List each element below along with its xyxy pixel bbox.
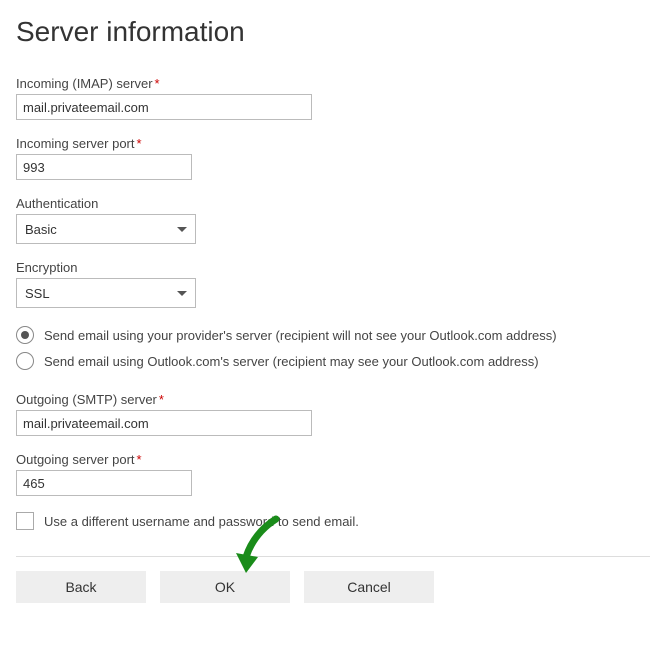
checkbox-icon xyxy=(16,512,34,530)
required-marker: * xyxy=(155,76,160,91)
encryption-select[interactable]: SSL xyxy=(16,278,196,308)
incoming-port-label: Incoming server port* xyxy=(16,136,650,151)
send-via-group: Send email using your provider's server … xyxy=(16,326,650,370)
incoming-server-input[interactable] xyxy=(16,94,312,120)
radio-icon xyxy=(16,326,34,344)
outgoing-server-label: Outgoing (SMTP) server* xyxy=(16,392,650,407)
outgoing-port-label: Outgoing server port* xyxy=(16,452,650,467)
divider xyxy=(16,556,650,557)
chevron-down-icon xyxy=(177,227,187,232)
send-via-provider-radio[interactable]: Send email using your provider's server … xyxy=(16,326,650,344)
incoming-port-input[interactable] xyxy=(16,154,192,180)
authentication-label: Authentication xyxy=(16,196,650,211)
encryption-field: Encryption SSL xyxy=(16,260,650,308)
radio-icon xyxy=(16,352,34,370)
button-row: Back OK Cancel xyxy=(16,571,650,603)
label-text: Incoming (IMAP) server xyxy=(16,76,153,91)
label-text: Incoming server port xyxy=(16,136,135,151)
encryption-value: SSL xyxy=(25,286,50,301)
encryption-label: Encryption xyxy=(16,260,650,275)
incoming-port-field: Incoming server port* xyxy=(16,136,650,180)
radio-label: Send email using Outlook.com's server (r… xyxy=(44,354,539,369)
checkbox-label: Use a different username and password to… xyxy=(44,514,359,529)
authentication-value: Basic xyxy=(25,222,57,237)
cancel-button[interactable]: Cancel xyxy=(304,571,434,603)
diff-credentials-checkbox[interactable]: Use a different username and password to… xyxy=(16,512,650,530)
required-marker: * xyxy=(137,136,142,151)
page-title: Server information xyxy=(16,16,650,48)
required-marker: * xyxy=(159,392,164,407)
authentication-field: Authentication Basic xyxy=(16,196,650,244)
chevron-down-icon xyxy=(177,291,187,296)
outgoing-server-field: Outgoing (SMTP) server* xyxy=(16,392,650,436)
required-marker: * xyxy=(137,452,142,467)
outgoing-port-input[interactable] xyxy=(16,470,192,496)
label-text: Outgoing (SMTP) server xyxy=(16,392,157,407)
authentication-select[interactable]: Basic xyxy=(16,214,196,244)
ok-button[interactable]: OK xyxy=(160,571,290,603)
outgoing-server-input[interactable] xyxy=(16,410,312,436)
incoming-server-label: Incoming (IMAP) server* xyxy=(16,76,650,91)
label-text: Outgoing server port xyxy=(16,452,135,467)
back-button[interactable]: Back xyxy=(16,571,146,603)
outgoing-port-field: Outgoing server port* xyxy=(16,452,650,496)
send-via-outlook-radio[interactable]: Send email using Outlook.com's server (r… xyxy=(16,352,650,370)
incoming-server-field: Incoming (IMAP) server* xyxy=(16,76,650,120)
radio-label: Send email using your provider's server … xyxy=(44,328,557,343)
